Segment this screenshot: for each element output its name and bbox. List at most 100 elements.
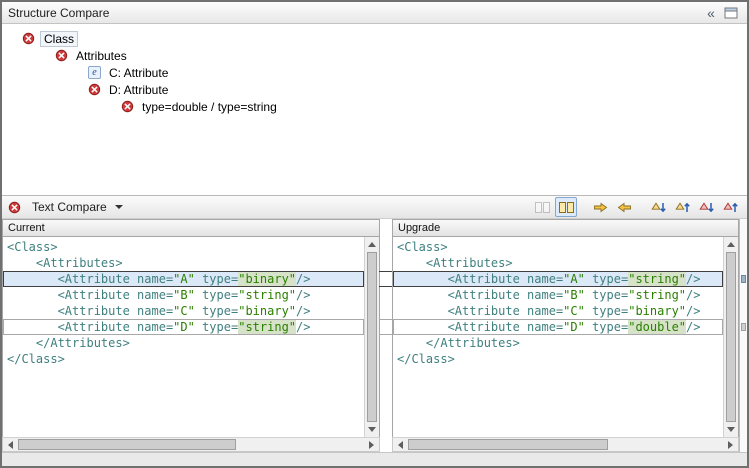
overview-ruler-mark[interactable] (741, 323, 746, 331)
diff-icon (121, 100, 134, 113)
code-segment: "D" (173, 320, 195, 334)
scroll-up-button[interactable] (724, 237, 738, 252)
code-segment: /> (686, 288, 700, 302)
tree-item-d-attribute[interactable]: D: Attribute (2, 81, 747, 98)
scroll-right-button[interactable] (723, 438, 738, 451)
code-segment (397, 336, 426, 350)
arrow-left-icon (8, 441, 13, 449)
code-line: </Class> (393, 351, 738, 367)
code-segment: "string" (628, 288, 686, 302)
code-segment: "A" (173, 272, 195, 286)
right-pane-header: Upgrade (392, 219, 739, 237)
scrollbar-thumb[interactable] (726, 252, 736, 422)
previous-difference-icon[interactable] (671, 197, 693, 217)
copy-all-left-to-right-icon[interactable] (589, 197, 611, 217)
right-vertical-scrollbar[interactable] (723, 237, 738, 437)
structure-tree: Class Attributes e C: AttributeD: Attribute… (2, 24, 747, 195)
right-code-area[interactable]: <Class> <Attributes> <Attribute name="A"… (392, 237, 739, 437)
left-pane-header: Current (2, 219, 380, 237)
code-segment: /> (686, 272, 700, 286)
tree-item-class[interactable]: Class (2, 30, 747, 47)
tree-item-type-double-type-string[interactable]: type=double / type=string (2, 98, 747, 115)
next-difference-icon[interactable] (647, 197, 669, 217)
code-segment: </Class> (7, 352, 65, 366)
code-segment: "binary" (628, 304, 686, 318)
code-segment: /> (296, 320, 310, 334)
attribute-element-icon: e (88, 66, 101, 79)
scrollbar-thumb[interactable] (18, 439, 236, 450)
right-pane: Upgrade <Class> <Attributes> <Attribute … (392, 219, 739, 452)
toolbar-separator (579, 207, 587, 208)
scrollbar-thumb[interactable] (408, 439, 608, 450)
left-code-area[interactable]: <Class> <Attributes> <Attribute name="A"… (2, 237, 380, 437)
code-segment: <Attributes> (426, 256, 513, 270)
diff-icon (22, 32, 35, 45)
diff-icon (88, 83, 101, 96)
scrollbar-thumb[interactable] (367, 252, 377, 422)
left-horizontal-scrollbar[interactable] (2, 437, 380, 452)
tree-item-label: Attributes (73, 49, 130, 63)
arrow-up-icon (368, 242, 376, 247)
code-segment: <Attributes> (36, 256, 123, 270)
code-line: </Class> (3, 351, 379, 367)
scroll-up-button[interactable] (365, 237, 379, 252)
text-compare-menu-button[interactable] (113, 203, 125, 211)
code-segment: /> (296, 288, 310, 302)
structure-compare-title: Structure Compare (8, 6, 109, 20)
toolbar-separator (637, 207, 645, 208)
center-gap (380, 219, 392, 452)
changed-text: "string" (238, 320, 296, 334)
code-segment: /> (296, 272, 310, 286)
collapse-panel-icon[interactable]: « (701, 4, 721, 22)
code-segment: type= (585, 320, 628, 334)
right-code-text: <Class> <Attributes> <Attribute name="A"… (393, 237, 738, 367)
hide-ancestor-pane-icon[interactable] (531, 197, 553, 217)
code-segment: "string" (238, 288, 296, 302)
scroll-right-button[interactable] (364, 438, 379, 451)
tree-item-label: Class (40, 31, 78, 47)
left-code-text: <Class> <Attributes> <Attribute name="A"… (3, 237, 379, 367)
code-segment: "binary" (238, 304, 296, 318)
left-pane: Current <Class> <Attributes> <Attribute … (2, 219, 380, 452)
code-line: <Attribute name="B" type="string"/> (3, 287, 379, 303)
scroll-down-button[interactable] (365, 422, 379, 437)
code-line: <Attributes> (393, 255, 738, 271)
code-segment: /> (686, 304, 700, 318)
previous-change-icon[interactable] (719, 197, 741, 217)
arrow-down-icon (368, 427, 376, 432)
code-segment: type= (195, 288, 238, 302)
arrow-left-icon (398, 441, 403, 449)
next-change-icon[interactable] (695, 197, 717, 217)
code-segment (397, 320, 448, 334)
scroll-left-button[interactable] (393, 438, 408, 451)
chevron-down-icon (115, 205, 123, 209)
sync-scrolling-icon[interactable] (555, 197, 577, 217)
scroll-down-button[interactable] (724, 422, 738, 437)
overview-ruler-mark[interactable] (741, 275, 746, 283)
structure-compare-header: Structure Compare « (2, 2, 747, 24)
code-segment: /> (686, 320, 700, 334)
code-segment: "C" (173, 304, 195, 318)
code-line: <Attribute name="A" type="string"/> (393, 271, 738, 287)
tree-item-attributes[interactable]: Attributes (2, 47, 747, 64)
code-segment: <Attribute name= (58, 288, 174, 302)
diff-connector-changed (379, 319, 393, 335)
copy-all-right-to-left-icon[interactable] (613, 197, 635, 217)
left-vertical-scrollbar[interactable] (364, 237, 379, 437)
code-segment (7, 336, 36, 350)
code-segment (7, 288, 58, 302)
scroll-left-button[interactable] (3, 438, 18, 451)
code-line: <Attribute name="C" type="binary"/> (393, 303, 738, 319)
tree-item-label: type=double / type=string (139, 100, 280, 114)
code-segment: <Attribute name= (58, 272, 174, 286)
code-line: <Class> (393, 239, 738, 255)
code-segment: </Attributes> (36, 336, 130, 350)
code-segment: <Attribute name= (58, 304, 174, 318)
overview-ruler[interactable] (739, 219, 747, 452)
code-segment: type= (585, 304, 628, 318)
tree-item-c-attribute[interactable]: e C: Attribute (2, 64, 747, 81)
arrow-down-icon (727, 427, 735, 432)
tree-item-label: C: Attribute (106, 66, 171, 80)
panel-menu-icon[interactable] (721, 4, 741, 22)
right-horizontal-scrollbar[interactable] (392, 437, 739, 452)
